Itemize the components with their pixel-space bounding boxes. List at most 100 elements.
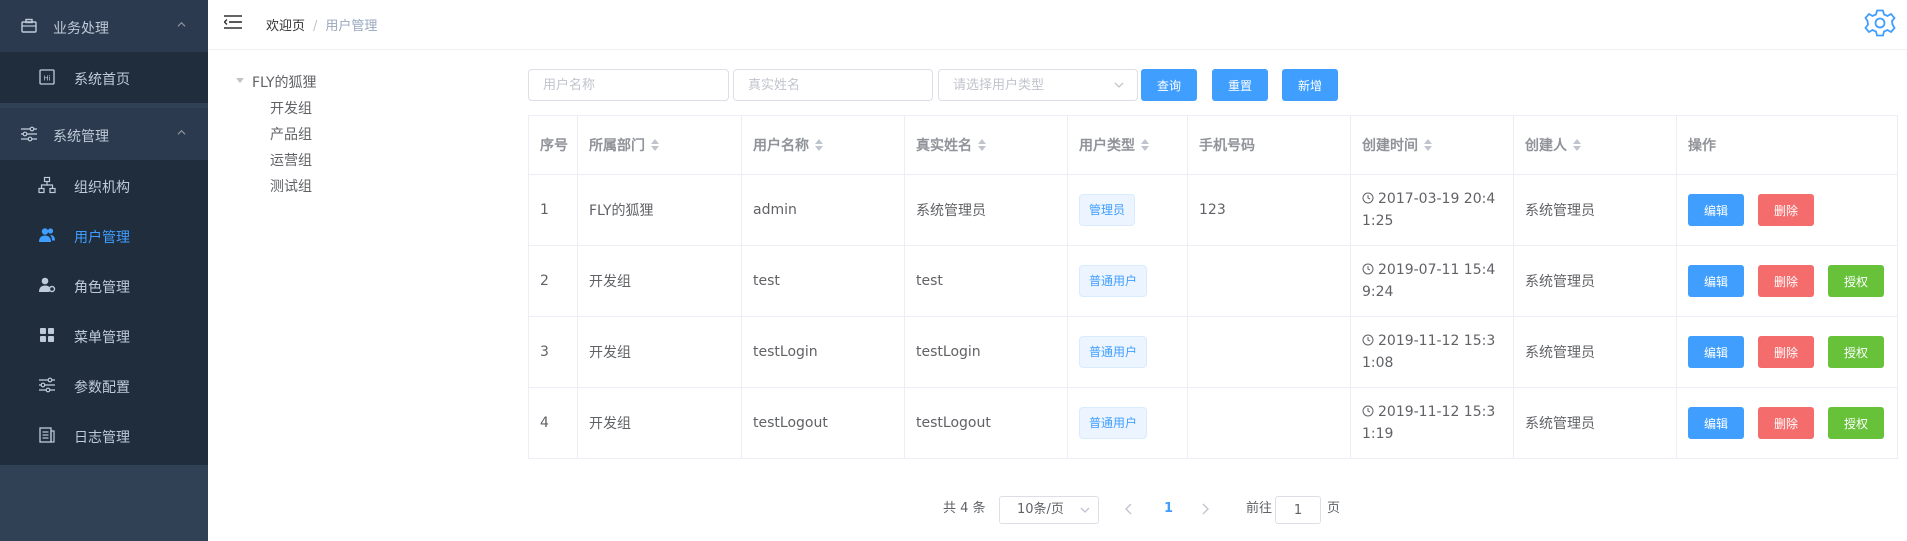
reset-button[interactable]: 重置 xyxy=(1212,69,1268,101)
clock-icon xyxy=(1362,263,1374,275)
gear-icon[interactable] xyxy=(1863,6,1897,40)
sidebar-item-roles[interactable]: 角色管理 xyxy=(0,260,208,310)
cell-index: 2 xyxy=(529,246,578,316)
page-size-value: 10条/页 xyxy=(1017,502,1064,517)
cell-creator: 系统管理员 xyxy=(1514,317,1677,387)
hi-icon: Hi xyxy=(39,69,55,85)
table-header-row: 序号 所属部门 用户名称 真实姓名 用户类型 手机号码 创建时间 创建人 操作 xyxy=(529,116,1898,175)
sort-icon[interactable] xyxy=(815,139,823,151)
chevron-down-icon xyxy=(1080,507,1090,513)
sidebar-item-home[interactable]: Hi 系统首页 xyxy=(0,52,208,102)
header-label: 用户名称 xyxy=(753,138,809,154)
cell-phone xyxy=(1188,388,1351,458)
cell-phone xyxy=(1188,246,1351,316)
submenu-system: 组织机构 用户管理 角色管理 菜单管理 参数配置 日志管理 xyxy=(0,160,208,465)
sidebar-item-logs[interactable]: 日志管理 xyxy=(0,410,208,460)
caret-down-icon[interactable] xyxy=(236,78,244,83)
header-cell: 手机号码 xyxy=(1188,116,1351,174)
cell-username: test xyxy=(742,246,905,316)
header-label: 创建时间 xyxy=(1362,138,1418,154)
edit-button[interactable]: 编辑 xyxy=(1688,265,1744,297)
header-cell[interactable]: 用户名称 xyxy=(742,116,905,174)
tree-node[interactable]: 产品组 xyxy=(270,124,312,144)
delete-button[interactable]: 删除 xyxy=(1758,336,1814,368)
cell-created: 2019-11-12 15:31:08 xyxy=(1351,317,1514,387)
header-label: 序号 xyxy=(540,138,568,154)
breadcrumb-home[interactable]: 欢迎页 xyxy=(266,19,305,34)
cell-index: 3 xyxy=(529,317,578,387)
menu-group-business[interactable]: 业务处理 xyxy=(0,0,208,52)
add-button[interactable]: 新增 xyxy=(1282,69,1338,101)
goto-suffix: 页 xyxy=(1327,501,1341,516)
sort-icon[interactable] xyxy=(1141,139,1149,151)
cell-dept: 开发组 xyxy=(578,317,742,387)
page-number-current[interactable]: 1 xyxy=(1164,501,1173,516)
breadcrumb-current: 用户管理 xyxy=(325,19,378,34)
page-size-select[interactable]: 10条/页 xyxy=(999,496,1099,524)
sort-icon[interactable] xyxy=(1424,139,1432,151)
header-cell[interactable]: 真实姓名 xyxy=(905,116,1068,174)
sliders-icon xyxy=(21,126,37,142)
edit-button[interactable]: 编辑 xyxy=(1688,336,1744,368)
goto-prefix: 前往 xyxy=(1246,501,1273,516)
header-cell[interactable]: 创建时间 xyxy=(1351,116,1514,174)
realname-input[interactable] xyxy=(733,69,933,101)
username-input[interactable] xyxy=(528,69,729,101)
clock-icon xyxy=(1362,334,1374,346)
grant-button[interactable]: 授权 xyxy=(1828,407,1884,439)
sort-icon[interactable] xyxy=(651,139,659,151)
chevron-right-icon[interactable] xyxy=(1200,502,1210,516)
table-row: 4 开发组 testLogout testLogout 普通用户 2019-11… xyxy=(529,388,1898,459)
sidebar-item-menus[interactable]: 菜单管理 xyxy=(0,310,208,360)
chevron-down-icon xyxy=(1114,82,1124,88)
tree-node[interactable]: 运营组 xyxy=(270,150,312,170)
sidebar-item-params[interactable]: 参数配置 xyxy=(0,360,208,410)
sidebar-item-label: 系统首页 xyxy=(74,72,130,88)
edit-button[interactable]: 编辑 xyxy=(1688,407,1744,439)
delete-button[interactable]: 删除 xyxy=(1758,194,1814,226)
grid-icon xyxy=(40,328,54,342)
header-cell: 序号 xyxy=(529,116,578,174)
sidebar-item-label: 日志管理 xyxy=(74,430,130,446)
tree-node-root[interactable]: FLY的狐狸 xyxy=(236,72,317,92)
header-label: 手机号码 xyxy=(1199,138,1255,154)
sidebar-item-label: 组织机构 xyxy=(74,180,130,196)
users-icon xyxy=(39,228,55,242)
hamburger-icon[interactable] xyxy=(224,14,242,30)
delete-button[interactable]: 删除 xyxy=(1758,407,1814,439)
cell-realname: testLogout xyxy=(905,388,1068,458)
usertype-select[interactable] xyxy=(938,69,1138,101)
sidebar-item-users[interactable]: 用户管理 xyxy=(0,210,208,260)
header-cell[interactable]: 所属部门 xyxy=(578,116,742,174)
sort-icon[interactable] xyxy=(978,139,986,151)
submenu-business: Hi 系统首页 xyxy=(0,52,208,103)
header-cell[interactable]: 用户类型 xyxy=(1068,116,1188,174)
breadcrumb: 欢迎页 / 用户管理 xyxy=(266,15,377,34)
grant-button[interactable]: 授权 xyxy=(1828,336,1884,368)
header-label: 创建人 xyxy=(1525,138,1567,154)
cell-dept: FLY的狐狸 xyxy=(578,175,742,245)
sidebar-item-org[interactable]: 组织机构 xyxy=(0,160,208,210)
app-root: 业务处理 Hi 系统首页 系统管理 组织机构 用户管理 角色管理 菜单管理 参数… xyxy=(0,0,1907,541)
goto-page-input[interactable] xyxy=(1275,496,1321,524)
chevron-left-icon[interactable] xyxy=(1124,502,1134,516)
tree-node[interactable]: 测试组 xyxy=(270,176,312,196)
header-label: 所属部门 xyxy=(589,138,645,154)
cell-username: admin xyxy=(742,175,905,245)
table-row: 3 开发组 testLogin testLogin 普通用户 2019-11-1… xyxy=(529,317,1898,388)
cell-type: 管理员 xyxy=(1068,175,1188,245)
edit-button[interactable]: 编辑 xyxy=(1688,194,1744,226)
header-cell[interactable]: 创建人 xyxy=(1514,116,1677,174)
tree-node[interactable]: 开发组 xyxy=(270,98,312,118)
top-header: 欢迎页 / 用户管理 xyxy=(208,0,1907,50)
query-button[interactable]: 查询 xyxy=(1141,69,1197,101)
delete-button[interactable]: 删除 xyxy=(1758,265,1814,297)
grant-button[interactable]: 授权 xyxy=(1828,265,1884,297)
cell-username: testLogin xyxy=(742,317,905,387)
sort-icon[interactable] xyxy=(1573,139,1581,151)
sliders-icon xyxy=(39,377,55,393)
menu-group-system[interactable]: 系统管理 xyxy=(0,108,208,160)
cell-realname: testLogin xyxy=(905,317,1068,387)
breadcrumb-separator: / xyxy=(313,19,318,34)
created-time: 2019-11-12 15:31:19 xyxy=(1362,404,1496,442)
